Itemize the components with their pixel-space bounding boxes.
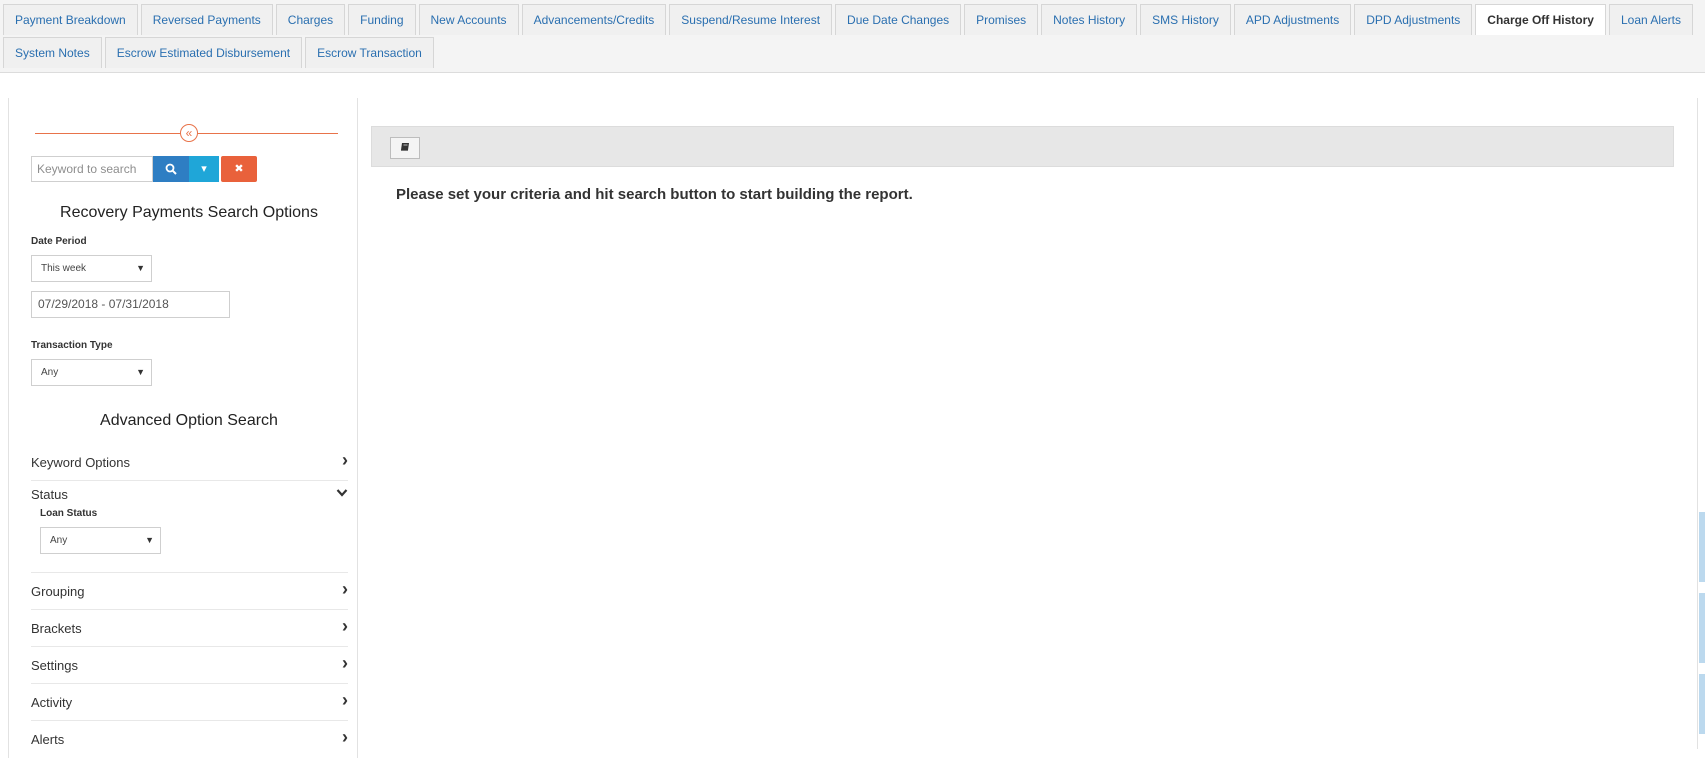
tab-escrow-estimated-disbursement[interactable]: Escrow Estimated Disbursement [104, 37, 303, 68]
search-icon [165, 163, 177, 175]
report-tab-bar: Payment Breakdown Reversed Payments Charge… [0, 0, 1705, 73]
tab-loan-alerts[interactable]: Loan Alerts [1608, 4, 1694, 35]
tab-payment-breakdown[interactable]: Payment Breakdown [3, 4, 138, 35]
search-dropdown-button[interactable]: ▾ [189, 156, 219, 182]
status-section: Status Loan Status Any ▼ [31, 480, 348, 573]
chevron-down-icon[interactable] [336, 488, 348, 498]
transaction-type-label: Transaction Type [31, 340, 113, 351]
tab-dpd-adjustments[interactable]: DPD Adjustments [1354, 4, 1473, 35]
select-arrow-icon: ▼ [136, 263, 145, 273]
scrollbar-marker[interactable] [1699, 593, 1705, 663]
tab-row-2: System Notes Escrow Estimated Disbursemen… [3, 37, 437, 68]
settings-section[interactable]: Settings › [31, 647, 348, 684]
tab-row-1: Payment Breakdown Reversed Payments Charge… [3, 4, 1696, 35]
tab-notes-history[interactable]: Notes History [1041, 4, 1138, 35]
tab-promises[interactable]: Promises [964, 4, 1039, 35]
chevron-right-icon: › [342, 727, 348, 747]
transaction-type-select[interactable]: Any ▼ [31, 359, 152, 386]
tab-charges[interactable]: Charges [275, 4, 346, 35]
search-options-title: Recovery Payments Search Options [60, 204, 318, 221]
report-toolbar [371, 126, 1674, 167]
tab-suspend-resume-interest[interactable]: Suspend/Resume Interest [669, 4, 833, 35]
scrollbar-marker[interactable] [1699, 674, 1705, 734]
settings-label: Settings [31, 658, 78, 673]
clear-search-button[interactable]: ✖ [221, 156, 257, 182]
brackets-section[interactable]: Brackets › [31, 610, 348, 647]
book-icon [400, 143, 409, 152]
alerts-label: Alerts [31, 732, 65, 747]
loan-status-value: Any [50, 535, 68, 546]
tab-due-date-changes[interactable]: Due Date Changes [835, 4, 962, 35]
keyword-search-input[interactable] [31, 156, 153, 182]
tab-escrow-transaction[interactable]: Escrow Transaction [305, 37, 434, 68]
scrollbar-marker[interactable] [1699, 512, 1705, 582]
loan-status-label: Loan Status [40, 508, 98, 519]
close-icon: ✖ [234, 163, 244, 175]
grouping-section[interactable]: Grouping › [31, 573, 348, 610]
activity-label: Activity [31, 695, 73, 710]
chevron-right-icon: › [342, 450, 348, 470]
chevron-right-icon: › [342, 690, 348, 710]
export-button[interactable] [390, 137, 420, 159]
date-period-label: Date Period [31, 236, 87, 247]
caret-down-icon: ▾ [201, 163, 207, 175]
activity-section[interactable]: Activity › [31, 684, 348, 721]
date-period-value: This week [41, 263, 87, 274]
tab-advancements-credits[interactable]: Advancements/Credits [521, 4, 667, 35]
tab-new-accounts[interactable]: New Accounts [418, 4, 519, 35]
status-label[interactable]: Status [31, 487, 68, 502]
tab-apd-adjustments[interactable]: APD Adjustments [1233, 4, 1352, 35]
keyword-options-section[interactable]: Keyword Options › [31, 444, 348, 481]
advanced-search-title: Advanced Option Search [100, 412, 278, 429]
chevron-right-icon: › [342, 579, 348, 599]
alerts-section[interactable]: Alerts › [31, 721, 348, 758]
tab-reversed-payments[interactable]: Reversed Payments [140, 4, 273, 35]
transaction-type-value: Any [41, 367, 59, 378]
tab-system-notes[interactable]: System Notes [3, 37, 102, 68]
collapse-panel-icon[interactable]: « [180, 124, 198, 142]
date-period-select[interactable]: This week ▼ [31, 255, 152, 282]
right-border [1697, 98, 1698, 749]
tab-sms-history[interactable]: SMS History [1140, 4, 1231, 35]
date-range-input[interactable]: 07/29/2018 - 07/31/2018 [31, 291, 230, 318]
chevron-right-icon: › [342, 616, 348, 636]
chevron-right-icon: › [342, 653, 348, 673]
grouping-label: Grouping [31, 584, 85, 599]
tab-funding[interactable]: Funding [348, 4, 416, 35]
brackets-label: Brackets [31, 621, 82, 636]
select-arrow-icon: ▼ [145, 535, 154, 545]
tab-charge-off-history[interactable]: Charge Off History [1475, 4, 1606, 35]
select-arrow-icon: ▼ [136, 367, 145, 377]
report-empty-message: Please set your criteria and hit search … [396, 186, 913, 203]
loan-status-select[interactable]: Any ▼ [40, 527, 161, 554]
keyword-options-label: Keyword Options [31, 455, 130, 470]
search-button[interactable] [153, 156, 189, 182]
